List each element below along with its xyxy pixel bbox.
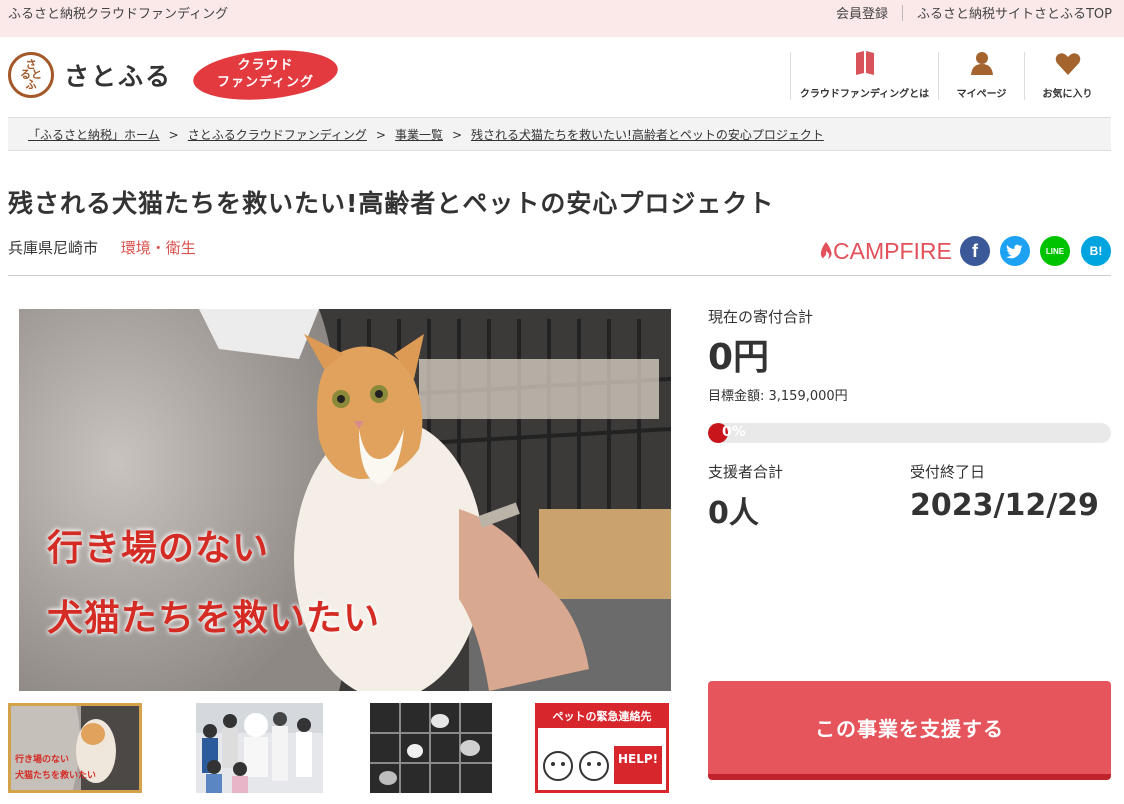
- divider: [8, 275, 1111, 276]
- progress-bar: 0%: [708, 423, 1111, 443]
- thumbnail-3[interactable]: [370, 703, 492, 793]
- deadline-label: 受付終了日: [910, 463, 986, 481]
- badge-line2: ファンディング: [216, 75, 315, 90]
- twitter-share-icon[interactable]: [1000, 236, 1030, 266]
- campfire-logo[interactable]: CAMPFIRE: [820, 238, 952, 265]
- breadcrumb-sep: >: [451, 128, 463, 142]
- nav-label: お気に入り: [1042, 89, 1093, 100]
- logo-name: さとふる: [64, 62, 173, 91]
- register-link[interactable]: 会員登録: [836, 3, 888, 22]
- breadcrumb-current[interactable]: 残される犬猫たちを救いたい!高齢者とペットの安心プロジェクト: [471, 128, 824, 142]
- book-icon: [854, 50, 876, 83]
- total-value: 0円: [708, 337, 770, 378]
- supporters-label: 支援者合計: [708, 463, 784, 481]
- cages-photo: [370, 703, 492, 793]
- thumbnail-4[interactable]: ペットの緊急連絡先 HELP!: [535, 703, 669, 793]
- satofull-logo[interactable]: さるとふ さとふる: [8, 52, 172, 98]
- help-text: HELP!: [618, 752, 659, 766]
- facebook-glyph: f: [972, 240, 978, 261]
- satofull-logo-mark: さるとふ: [8, 52, 54, 98]
- badge-line1: クラウド: [237, 58, 294, 73]
- top-links: 会員登録 ふるさと納税サイトさとふるTOP: [836, 3, 1112, 22]
- nav-label: マイページ: [956, 89, 1007, 100]
- line-share-icon[interactable]: LINE: [1040, 236, 1070, 266]
- group-photo: [196, 703, 323, 793]
- nav-about-crowdfunding[interactable]: クラウドファンディングとは: [790, 50, 938, 100]
- breadcrumb-home[interactable]: 「ふるさと納税」ホーム: [28, 128, 160, 142]
- supporters-value: 0人: [708, 496, 759, 531]
- progress-percent: 0%: [722, 424, 746, 440]
- page-title: 残される犬猫たちを救いたい!高齢者とペットの安心プロジェクト: [8, 189, 775, 218]
- breadcrumb-project-list[interactable]: 事業一覧: [395, 128, 443, 142]
- hatena-glyph: B!: [1089, 244, 1103, 258]
- nav-favorites[interactable]: お気に入り: [1024, 52, 1110, 100]
- heart-icon: [1055, 52, 1081, 83]
- campfire-text: CAMPFIRE: [833, 238, 952, 264]
- top-bar: ふるさと納税クラウドファンディング 会員登録 ふるさと納税サイトさとふるTOP: [0, 0, 1124, 37]
- project-category[interactable]: 環境・衛生: [121, 239, 196, 257]
- breadcrumb: 「ふるさと納税」ホーム > さとふるクラウドファンディング > 事業一覧 > 残される犬猫た…: [8, 117, 1111, 151]
- breadcrumb-sep: >: [168, 128, 179, 142]
- thumbnail-1[interactable]: 行き場のない 犬猫たちを救いたい: [8, 703, 142, 793]
- bird-icon: [1006, 244, 1023, 258]
- project-meta: 兵庫県尼崎市 環境・衛生: [8, 237, 196, 258]
- facebook-share-icon[interactable]: f: [960, 236, 990, 266]
- total-label: 現在の寄付合計: [708, 308, 814, 326]
- thumbnail-2[interactable]: [196, 703, 323, 793]
- breadcrumb-sep: >: [375, 128, 386, 142]
- nav-mypage[interactable]: マイページ: [938, 52, 1024, 100]
- deadline-value: 2023/12/29: [910, 488, 1099, 523]
- hatena-share-icon[interactable]: B!: [1081, 236, 1111, 266]
- crowdfunding-badge[interactable]: クラウド ファンディング: [191, 44, 340, 106]
- flame-icon: [820, 242, 832, 260]
- user-icon: [970, 50, 994, 83]
- thumbnail-caption-2: 犬猫たちを救いたい: [15, 771, 97, 781]
- satofull-top-link[interactable]: ふるさと納税サイトさとふるTOP: [917, 3, 1112, 22]
- emergency-contact-heading: ペットの緊急連絡先: [538, 706, 666, 728]
- target-amount: 目標金額: 3,159,000円: [708, 389, 848, 404]
- thumbnail-caption-1: 行き場のない: [15, 755, 70, 765]
- line-glyph: LINE: [1045, 246, 1065, 256]
- main-image-caption-2: 犬猫たちを救いたい: [47, 598, 381, 639]
- divider: [901, 5, 903, 21]
- support-button[interactable]: この事業を支援する: [708, 681, 1111, 780]
- breadcrumb-crowdfunding[interactable]: さとふるクラウドファンディング: [188, 128, 367, 142]
- nav-label: クラウドファンディングとは: [799, 89, 930, 100]
- main-project-image: 行き場のない 犬猫たちを救いたい: [19, 309, 671, 691]
- project-location: 兵庫県尼崎市: [8, 239, 99, 257]
- main-image-caption-1: 行き場のない: [47, 528, 270, 569]
- site-name: ふるさと納税クラウドファンディング: [8, 7, 229, 22]
- header-nav: クラウドファンディングとは マイページ お気に入り: [790, 50, 1110, 100]
